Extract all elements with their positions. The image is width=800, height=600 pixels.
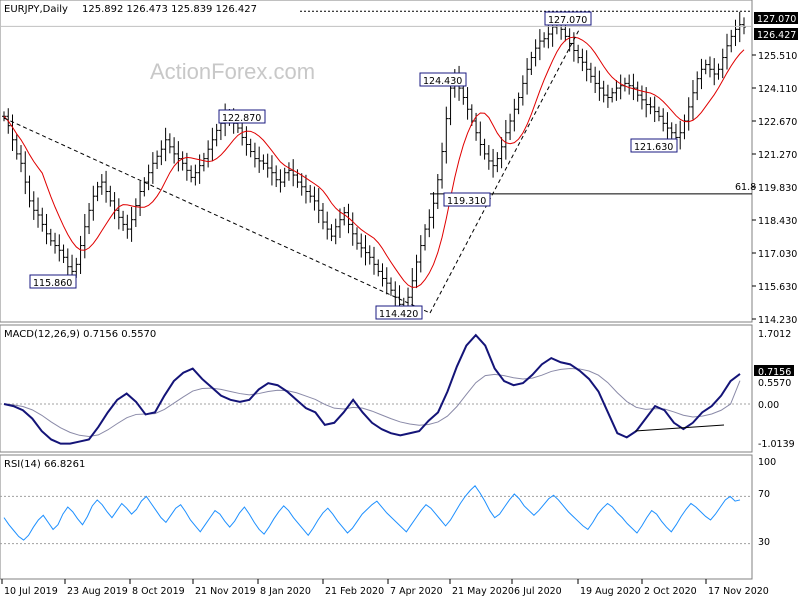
price-annotation-label: 121.630	[634, 142, 673, 153]
date-axis-label: 23 Aug 2019	[67, 586, 128, 597]
price-axis-label: 115.630	[758, 282, 797, 293]
date-axis-label: 21 Nov 2019	[195, 586, 256, 597]
date-axis-label: 8 Oct 2019	[132, 586, 185, 597]
price-axis-label: 125.510	[758, 51, 797, 62]
price-axis-label: 127.070	[757, 14, 796, 25]
chart: ActionForex.com 61.8115.860122.870114.42…	[0, 0, 798, 597]
macd-title: MACD(12,26,9) 0.7156 0.5570	[4, 329, 156, 340]
date-axis-label: 7 Apr 2020	[390, 586, 443, 597]
macd-axis-label: 0.00	[758, 400, 779, 411]
price-annotation-label: 127.070	[548, 15, 587, 26]
macd-axis-label: 0.5570	[758, 378, 791, 389]
price-axis-label: 126.427	[757, 30, 796, 41]
date-axis-label: 19 Aug 2020	[580, 586, 641, 597]
price-annotation-label: 115.860	[33, 278, 72, 289]
date-axis-label: 8 Jan 2020	[260, 586, 311, 597]
price-axis-label: 117.030	[758, 249, 797, 260]
date-axis-label: 21 Feb 2020	[325, 586, 384, 597]
rsi-axis-label: 70	[758, 489, 770, 500]
date-axis-label: 21 May 2020	[452, 586, 514, 597]
price-axis-label: 114.230	[758, 315, 797, 326]
macd-axis-label: 1.7012	[758, 329, 791, 340]
watermark: ActionForex.com	[150, 59, 315, 84]
chart-symbol: EURJPY,Daily	[4, 4, 68, 15]
price-annotation-label: 122.870	[222, 113, 261, 124]
price-axis-label: 121.270	[758, 150, 797, 161]
rsi-axis-label: 100	[758, 457, 776, 468]
price-panel	[0, 0, 753, 323]
price-annotation-label: 124.430	[423, 76, 462, 87]
price-axis-label: 122.670	[758, 117, 797, 128]
date-axis-label: 2 Oct 2020	[644, 586, 697, 597]
chart-ohlc: 125.892 126.473 125.839 126.427	[82, 4, 257, 15]
date-axis-label: 17 Nov 2020	[708, 586, 769, 597]
date-axis-label: 6 Jul 2020	[514, 586, 562, 597]
rsi-axis-label: 30	[758, 537, 770, 548]
price-annotation-label: 114.420	[379, 309, 418, 320]
macd-axis-label: -1.0139	[758, 439, 795, 450]
price-axis-label: 118.430	[758, 216, 797, 227]
price-axis-label: 119.830	[758, 183, 797, 194]
price-annotation-label: 119.310	[447, 196, 486, 207]
rsi-title: RSI(14) 66.8261	[4, 459, 85, 470]
macd-panel	[0, 324, 753, 453]
price-axis-label: 124.110	[758, 84, 797, 95]
date-axis-label: 10 Jul 2019	[4, 586, 58, 597]
